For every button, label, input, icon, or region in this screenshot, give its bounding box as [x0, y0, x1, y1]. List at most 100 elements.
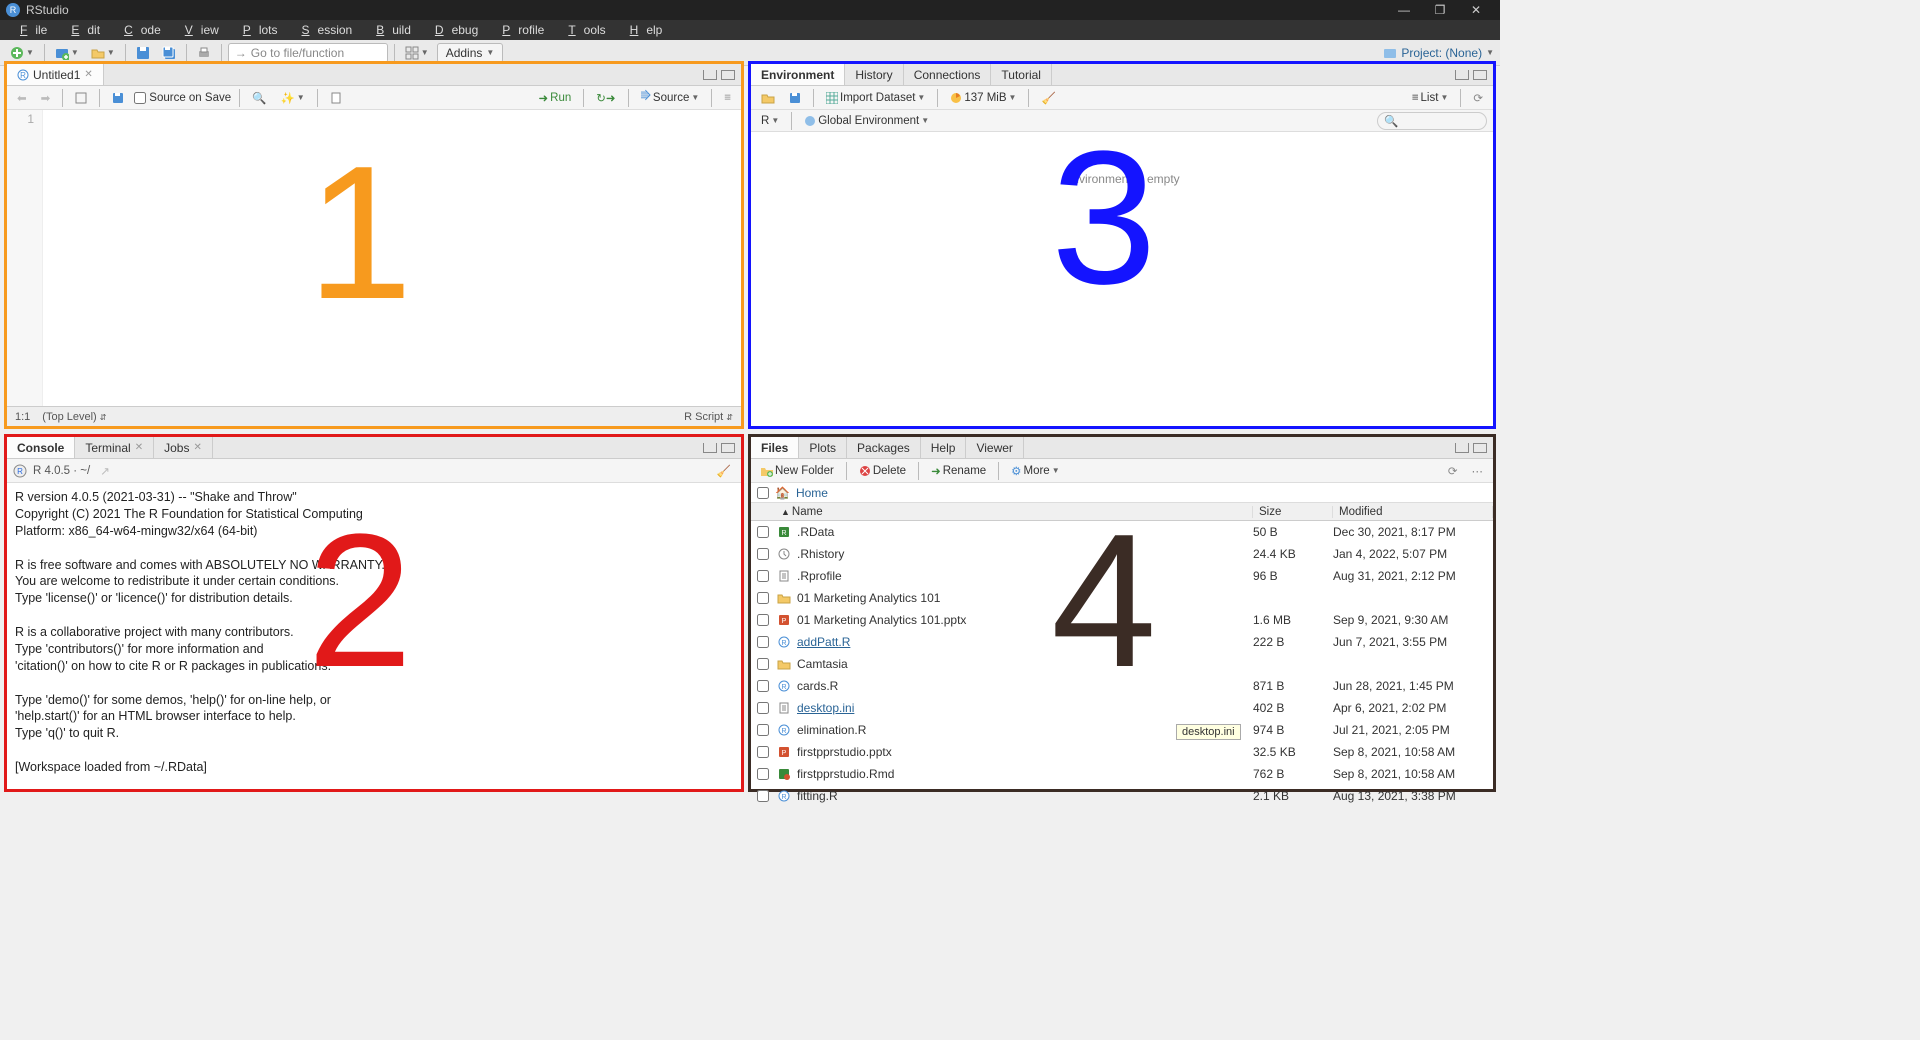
save-source-button[interactable] [108, 90, 128, 106]
file-row[interactable]: Rfitting.R2.1 KBAug 13, 2021, 3:38 PM [751, 785, 1493, 807]
save-workspace-button[interactable] [785, 90, 805, 106]
menu-help[interactable]: Help [614, 21, 671, 39]
menu-view[interactable]: View [169, 21, 227, 39]
run-button[interactable]: ➜ Run [535, 89, 576, 107]
tab-files[interactable]: Files [751, 437, 799, 458]
source-on-save-checkbox[interactable]: Source on Save [134, 92, 231, 104]
grid-button[interactable]: ▼ [401, 44, 433, 62]
clear-env-button[interactable]: 🧹 [1037, 89, 1059, 107]
menu-profile[interactable]: Profile [486, 21, 552, 39]
close-tab-icon[interactable]: ✕ [135, 442, 143, 453]
file-name[interactable]: Camtasia [793, 657, 1253, 671]
menu-session[interactable]: Session [286, 21, 361, 39]
menu-debug[interactable]: Debug [419, 21, 486, 39]
file-row[interactable]: Camtasia [751, 653, 1493, 675]
file-row[interactable]: 01 Marketing Analytics 101 [751, 587, 1493, 609]
tab-connections[interactable]: Connections [904, 64, 992, 85]
goto-wd-button[interactable]: ↗ [96, 462, 114, 480]
file-checkbox[interactable] [757, 790, 769, 802]
file-checkbox[interactable] [757, 702, 769, 714]
close-button[interactable]: ✕ [1458, 3, 1494, 17]
pane-minimize-button[interactable] [1455, 443, 1469, 453]
tab-environment[interactable]: Environment [751, 64, 845, 85]
tab-plots[interactable]: Plots [799, 437, 847, 458]
pane-minimize-button[interactable] [703, 443, 717, 453]
tab-console[interactable]: Console [7, 437, 75, 458]
file-row[interactable]: firstpprstudio.Rmd762 BSep 8, 2021, 10:5… [751, 763, 1493, 785]
view-list-button[interactable]: ≡ List ▼ [1408, 90, 1453, 106]
file-name[interactable]: .Rhistory [793, 547, 1253, 561]
file-checkbox[interactable] [757, 614, 769, 626]
file-name[interactable]: firstpprstudio.pptx [793, 745, 1253, 759]
refresh-files-button[interactable]: ⟳ [1444, 462, 1462, 480]
file-checkbox[interactable] [757, 680, 769, 692]
file-name[interactable]: desktop.ini [793, 701, 1253, 715]
language-scope-button[interactable]: R ▼ [757, 113, 783, 129]
breadcrumb-home[interactable]: Home [796, 486, 828, 500]
minimize-button[interactable]: — [1386, 3, 1422, 17]
find-button[interactable]: 🔍 [248, 89, 270, 107]
import-dataset-button[interactable]: Import Dataset ▼ [822, 90, 929, 106]
file-name[interactable]: .Rprofile [793, 569, 1253, 583]
save-all-button[interactable] [158, 44, 180, 62]
pane-minimize-button[interactable] [703, 70, 717, 80]
source-tab-untitled1[interactable]: R Untitled1 ✕ [7, 64, 104, 85]
file-checkbox[interactable] [757, 548, 769, 560]
file-name[interactable]: 01 Marketing Analytics 101 [793, 591, 1253, 605]
load-workspace-button[interactable] [757, 89, 779, 107]
tab-packages[interactable]: Packages [847, 437, 921, 458]
show-in-new-window-button[interactable] [71, 90, 91, 106]
col-modified-header[interactable]: Modified [1333, 506, 1493, 518]
file-row[interactable]: P01 Marketing Analytics 101.pptx1.6 MBSe… [751, 609, 1493, 631]
menu-file[interactable]: File [4, 21, 55, 39]
memory-usage-button[interactable]: 137 MiB ▼ [946, 90, 1020, 106]
file-name[interactable]: cards.R [793, 679, 1253, 693]
file-row[interactable]: R.RData50 BDec 30, 2021, 8:17 PM [751, 521, 1493, 543]
wand-button[interactable]: ✨▼ [276, 89, 308, 107]
open-file-button[interactable]: ▼ [87, 44, 119, 62]
source-editor[interactable]: 1 [7, 110, 741, 406]
maximize-button[interactable]: ❐ [1422, 3, 1458, 17]
env-scope-button[interactable]: Global Environment ▼ [800, 113, 933, 129]
file-name[interactable]: addPatt.R [793, 635, 1253, 649]
env-search-input[interactable]: 🔍 [1377, 112, 1487, 130]
file-row[interactable]: Pfirstpprstudio.pptx32.5 KBSep 8, 2021, … [751, 741, 1493, 763]
forward-button[interactable]: ➡ [37, 89, 55, 107]
rename-button[interactable]: ➜ Rename [927, 462, 990, 480]
save-button[interactable] [132, 44, 154, 62]
file-checkbox[interactable] [757, 768, 769, 780]
tab-help[interactable]: Help [921, 437, 967, 458]
back-button[interactable]: ⬅ [13, 89, 31, 107]
rerun-button[interactable]: ↻➜ [592, 89, 619, 107]
file-row[interactable]: Rcards.R871 BJun 28, 2021, 1:45 PM [751, 675, 1493, 697]
console-output[interactable]: R version 4.0.5 (2021-03-31) -- "Shake a… [7, 483, 741, 789]
tab-jobs[interactable]: Jobs✕ [154, 437, 213, 458]
file-checkbox[interactable] [757, 592, 769, 604]
more-options-button[interactable]: ⋯ [1468, 462, 1488, 480]
menu-build[interactable]: Build [360, 21, 419, 39]
file-checkbox[interactable] [757, 526, 769, 538]
goto-file-function-input[interactable]: → Go to file/function [228, 43, 388, 63]
file-row[interactable]: desktop.ini402 BApr 6, 2021, 2:02 PM [751, 697, 1493, 719]
file-checkbox[interactable] [757, 658, 769, 670]
compile-report-button[interactable] [326, 90, 346, 106]
file-row[interactable]: .Rhistory24.4 KBJan 4, 2022, 5:07 PM [751, 543, 1493, 565]
language-selector[interactable]: R Script ⇵ [684, 411, 733, 423]
menu-tools[interactable]: Tools [552, 21, 613, 39]
file-name[interactable]: firstpprstudio.Rmd [793, 767, 1253, 781]
pane-minimize-button[interactable] [1455, 70, 1469, 80]
new-file-button[interactable]: ▼ [6, 44, 38, 62]
project-menu[interactable]: Project: (None) ▼ [1383, 46, 1494, 60]
menu-plots[interactable]: Plots [227, 21, 286, 39]
new-folder-button[interactable]: New Folder [757, 463, 838, 479]
outline-button[interactable]: ≡ [720, 90, 735, 106]
file-name[interactable]: fitting.R [793, 789, 1253, 803]
pane-maximize-button[interactable] [1473, 70, 1487, 80]
new-project-button[interactable]: ▼ [51, 44, 83, 62]
tab-terminal[interactable]: Terminal✕ [75, 437, 154, 458]
close-tab-icon[interactable]: ✕ [193, 442, 201, 453]
pane-maximize-button[interactable] [1473, 443, 1487, 453]
tab-history[interactable]: History [845, 64, 903, 85]
pane-maximize-button[interactable] [721, 443, 735, 453]
file-checkbox[interactable] [757, 724, 769, 736]
